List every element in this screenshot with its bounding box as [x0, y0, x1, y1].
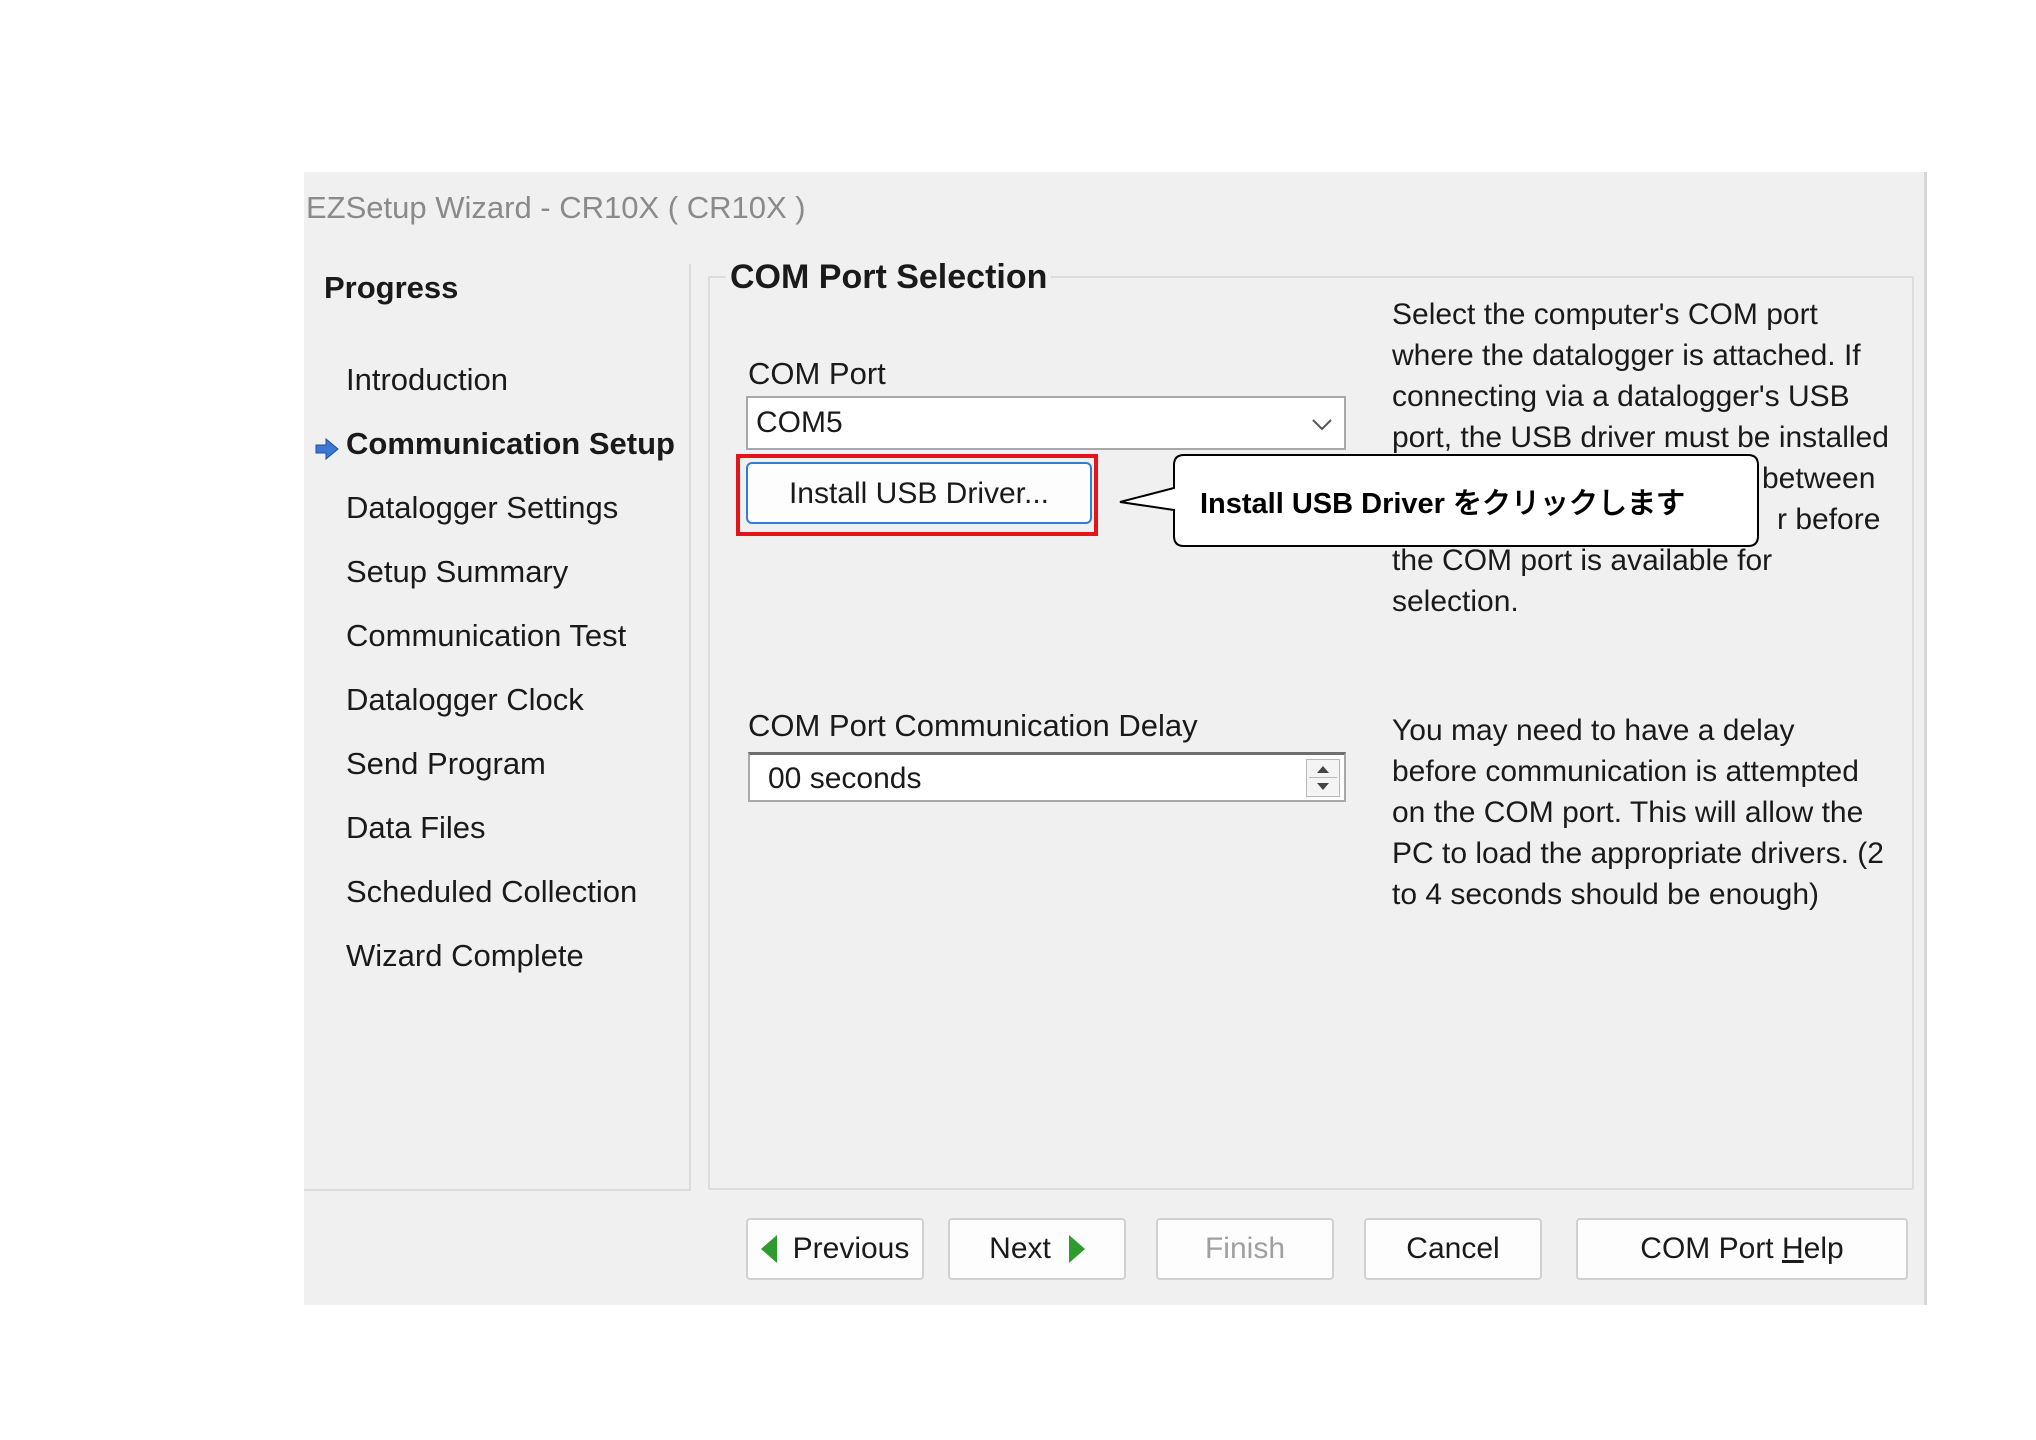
step-send-program: Send Program: [346, 746, 546, 781]
spin-buttons: [1306, 759, 1340, 797]
section-title: COM Port Selection: [726, 258, 1052, 297]
right-arrow-icon: [1068, 1235, 1085, 1263]
help-button-label-prefix: COM Port: [1640, 1232, 1782, 1265]
progress-panel: [304, 264, 691, 1191]
previous-button[interactable]: Previous: [746, 1218, 924, 1280]
spin-down-icon[interactable]: [1307, 778, 1339, 796]
com-port-help-text: Select the computer's COM port where the…: [1392, 294, 1892, 622]
help-line: before communication is attempted: [1392, 755, 1859, 788]
help-line: selection.: [1392, 585, 1519, 618]
help-line: PC to load the appropriate drivers. (2: [1392, 837, 1884, 870]
com-port-value: COM5: [756, 406, 843, 439]
step-datalogger-clock: Datalogger Clock: [346, 682, 584, 717]
callout-text: Install USB Driver をクリックします: [1200, 488, 1686, 520]
left-arrow-icon: [760, 1235, 777, 1263]
spin-up-icon[interactable]: [1307, 760, 1339, 778]
cancel-button[interactable]: Cancel: [1364, 1218, 1542, 1280]
previous-label: Previous: [792, 1232, 910, 1265]
help-line: where the datalogger is attached. If: [1392, 339, 1861, 372]
com-port-select[interactable]: COM5: [746, 396, 1346, 450]
delay-value: 00 seconds: [768, 762, 922, 795]
help-line: Select the computer's COM port: [1392, 298, 1818, 331]
step-data-files: Data Files: [346, 810, 486, 845]
help-button-label-suffix: elp: [1803, 1232, 1844, 1265]
help-line: port, the USB driver must be installed: [1392, 421, 1889, 454]
next-label: Next: [989, 1232, 1051, 1265]
step-communication-test: Communication Test: [346, 618, 627, 653]
chevron-down-icon: [1312, 419, 1332, 431]
delay-spinbox[interactable]: 00 seconds: [748, 752, 1346, 802]
delay-label: COM Port Communication Delay: [748, 708, 1198, 743]
right-arrow-icon: [315, 437, 339, 461]
step-setup-summary: Setup Summary: [346, 554, 569, 589]
help-button-accelerator: H: [1781, 1232, 1804, 1265]
help-line: the COM port is available for: [1392, 544, 1773, 577]
next-button[interactable]: Next: [948, 1218, 1126, 1280]
com-port-help-button[interactable]: COM Port Help: [1576, 1218, 1908, 1280]
window-title: EZSetup Wizard - CR10X ( CR10X ): [306, 190, 806, 225]
finish-button[interactable]: Finish: [1156, 1218, 1334, 1280]
delay-help-text: You may need to have a delay before comm…: [1392, 710, 1892, 915]
progress-heading: Progress: [324, 270, 459, 305]
wizard-window: EZSetup Wizard - CR10X ( CR10X ) Progres…: [304, 172, 1927, 1305]
step-communication-setup: Communication Setup: [346, 426, 675, 461]
step-introduction: Introduction: [346, 362, 508, 397]
step-scheduled-collection: Scheduled Collection: [346, 874, 638, 909]
install-usb-driver-button[interactable]: Install USB Driver...: [746, 462, 1092, 524]
help-line: connecting via a datalogger's USB: [1392, 380, 1850, 413]
com-port-label: COM Port: [748, 356, 886, 391]
step-datalogger-settings: Datalogger Settings: [346, 490, 619, 525]
help-line: You may need to have a delay: [1392, 714, 1795, 747]
help-line: on the COM port. This will allow the: [1392, 796, 1864, 829]
help-line: to 4 seconds should be enough): [1392, 878, 1819, 911]
step-wizard-complete: Wizard Complete: [346, 938, 584, 973]
